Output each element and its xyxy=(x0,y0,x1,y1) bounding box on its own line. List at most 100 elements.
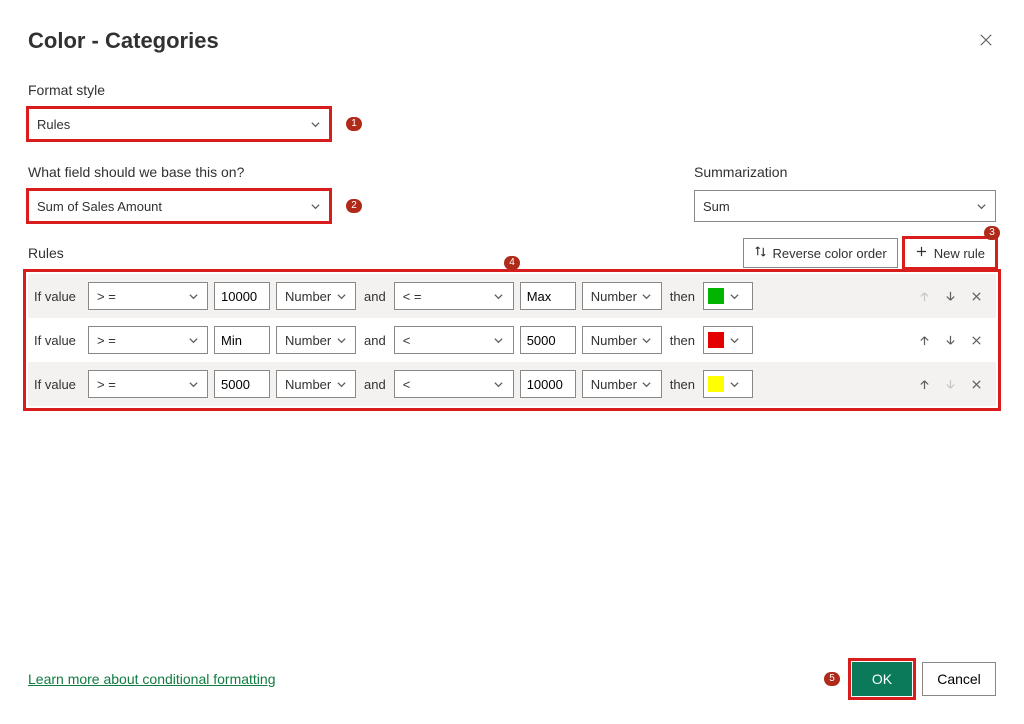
if-value-label: If value xyxy=(34,289,82,304)
type-value: Number xyxy=(591,333,637,348)
chevron-down-icon xyxy=(335,335,347,346)
chevron-down-icon xyxy=(975,201,987,212)
plus-icon xyxy=(915,245,928,261)
delete-row-icon[interactable] xyxy=(968,378,984,391)
move-down-icon xyxy=(942,378,958,391)
rules-list: 4 If value > = Number and < = Number the… xyxy=(28,274,996,406)
value-input[interactable] xyxy=(214,282,270,310)
value-input[interactable] xyxy=(520,370,576,398)
operator-dropdown[interactable]: > = xyxy=(88,370,208,398)
type-dropdown[interactable]: Number xyxy=(582,326,662,354)
chevron-down-icon xyxy=(335,379,347,390)
summarization-dropdown[interactable]: Sum xyxy=(694,190,996,222)
rule-row: If value > = Number and < Number then xyxy=(28,318,996,362)
badge-4: 4 xyxy=(504,256,520,270)
operator-dropdown[interactable]: < = xyxy=(394,282,514,310)
operator-value: > = xyxy=(97,377,116,392)
type-value: Number xyxy=(591,289,637,304)
base-field-value: Sum of Sales Amount xyxy=(37,199,162,214)
chevron-down-icon xyxy=(309,119,321,130)
color-swatch xyxy=(708,288,724,304)
then-label: then xyxy=(670,377,695,392)
value-input[interactable] xyxy=(520,282,576,310)
base-field-label: What field should we base this on? xyxy=(28,164,330,180)
color-swatch xyxy=(708,376,724,392)
new-rule-label: New rule xyxy=(934,246,985,261)
chevron-down-icon xyxy=(728,335,740,346)
move-down-icon[interactable] xyxy=(942,290,958,303)
chevron-down-icon xyxy=(641,379,653,390)
operator-value: > = xyxy=(97,289,116,304)
value-input[interactable] xyxy=(214,326,270,354)
cancel-button[interactable]: Cancel xyxy=(922,662,996,696)
color-dropdown[interactable] xyxy=(703,370,753,398)
value-input[interactable] xyxy=(520,326,576,354)
operator-dropdown[interactable]: < xyxy=(394,326,514,354)
type-value: Number xyxy=(285,289,331,304)
dialog-footer: Learn more about conditional formatting … xyxy=(28,662,996,696)
type-dropdown[interactable]: Number xyxy=(582,282,662,310)
and-label: and xyxy=(364,377,386,392)
badge-5: 5 xyxy=(824,672,840,686)
badge-1: 1 xyxy=(346,117,362,131)
color-swatch xyxy=(708,332,724,348)
new-rule-button[interactable]: New rule xyxy=(904,238,996,268)
type-value: Number xyxy=(591,377,637,392)
delete-row-icon[interactable] xyxy=(968,334,984,347)
then-label: then xyxy=(670,289,695,304)
swap-icon xyxy=(754,245,767,261)
learn-more-link[interactable]: Learn more about conditional formatting xyxy=(28,671,275,687)
reverse-color-order-button[interactable]: Reverse color order xyxy=(743,238,898,268)
format-style-dropdown[interactable]: Rules xyxy=(28,108,330,140)
ok-button[interactable]: OK xyxy=(852,662,912,696)
reverse-label: Reverse color order xyxy=(773,246,887,261)
chevron-down-icon xyxy=(187,379,199,390)
chevron-down-icon xyxy=(187,291,199,302)
operator-dropdown[interactable]: > = xyxy=(88,326,208,354)
type-dropdown[interactable]: Number xyxy=(276,326,356,354)
chevron-down-icon xyxy=(493,291,505,302)
chevron-down-icon xyxy=(493,379,505,390)
chevron-down-icon xyxy=(728,379,740,390)
chevron-down-icon xyxy=(335,291,347,302)
operator-value: < = xyxy=(403,289,422,304)
chevron-down-icon xyxy=(728,291,740,302)
type-dropdown[interactable]: Number xyxy=(276,282,356,310)
type-dropdown[interactable]: Number xyxy=(276,370,356,398)
dialog-title: Color - Categories xyxy=(28,28,219,54)
type-value: Number xyxy=(285,377,331,392)
move-up-icon[interactable] xyxy=(916,378,932,391)
badge-2: 2 xyxy=(346,199,362,213)
move-up-icon[interactable] xyxy=(916,334,932,347)
delete-row-icon[interactable] xyxy=(968,290,984,303)
chevron-down-icon xyxy=(309,201,321,212)
type-value: Number xyxy=(285,333,331,348)
operator-dropdown[interactable]: > = xyxy=(88,282,208,310)
close-icon[interactable] xyxy=(976,31,996,52)
summarization-value: Sum xyxy=(703,199,730,214)
operator-dropdown[interactable]: < xyxy=(394,370,514,398)
value-input[interactable] xyxy=(214,370,270,398)
color-dropdown[interactable] xyxy=(703,282,753,310)
if-value-label: If value xyxy=(34,333,82,348)
and-label: and xyxy=(364,289,386,304)
operator-value: > = xyxy=(97,333,116,348)
if-value-label: If value xyxy=(34,377,82,392)
then-label: then xyxy=(670,333,695,348)
type-dropdown[interactable]: Number xyxy=(582,370,662,398)
badge-3: 3 xyxy=(984,226,1000,240)
chevron-down-icon xyxy=(641,335,653,346)
format-style-value: Rules xyxy=(37,117,70,132)
move-down-icon[interactable] xyxy=(942,334,958,347)
dialog-header: Color - Categories xyxy=(28,28,996,54)
chevron-down-icon xyxy=(641,291,653,302)
chevron-down-icon xyxy=(187,335,199,346)
base-field-dropdown[interactable]: Sum of Sales Amount xyxy=(28,190,330,222)
chevron-down-icon xyxy=(493,335,505,346)
color-dropdown[interactable] xyxy=(703,326,753,354)
summarization-label: Summarization xyxy=(694,164,996,180)
and-label: and xyxy=(364,333,386,348)
move-up-icon xyxy=(916,290,932,303)
format-style-label: Format style xyxy=(28,82,996,98)
operator-value: < xyxy=(403,377,411,392)
